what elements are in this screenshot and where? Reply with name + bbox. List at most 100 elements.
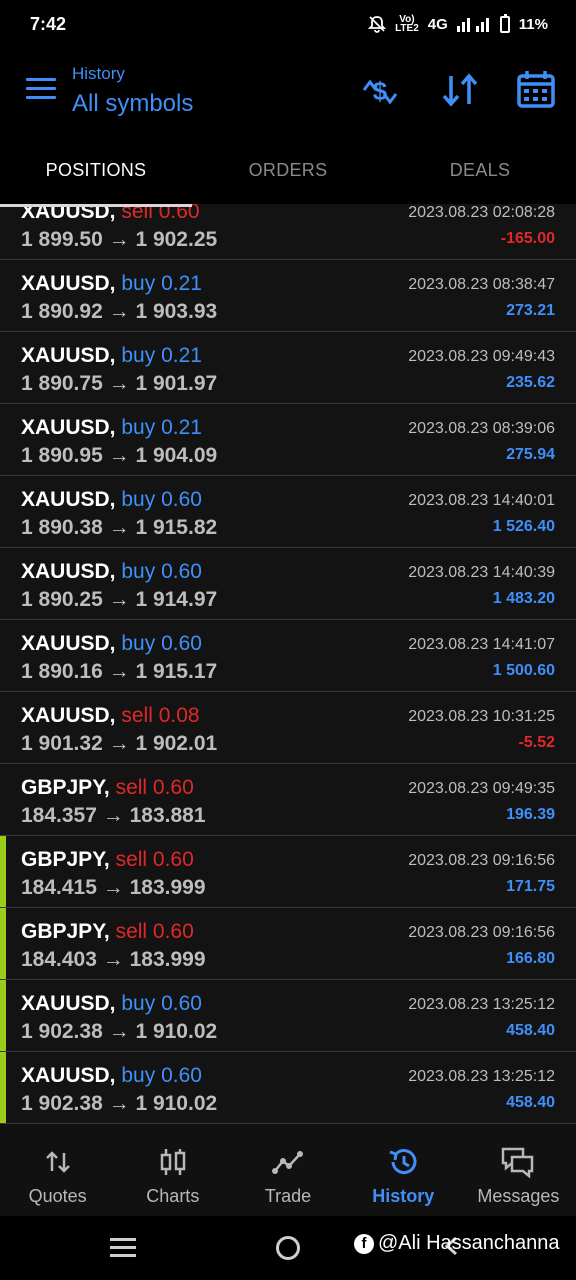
position-header: XAUUSD, buy 0.21 [21,416,202,440]
position-volume: 0.60 [161,1064,202,1087]
position-row[interactable]: XAUUSD, buy 0.21 1 890.92 → 1 903.93 2023.… [0,260,576,332]
nav-label: History [372,1186,435,1206]
signal-icon [456,18,489,32]
position-row[interactable]: XAUUSD, buy 0.60 1 890.16 → 1 915.17 2023.… [0,620,576,692]
close-price: 1 910.02 [135,1092,218,1115]
close-price: 183.999 [129,876,206,899]
open-price: 1 899.50 [21,228,103,251]
position-volume: 0.21 [161,344,202,367]
position-row[interactable]: GBPJPY, sell 0.60 184.403 → 183.999 2023.0… [0,908,576,980]
position-row[interactable]: XAUUSD, buy 0.21 1 890.95 → 1 904.09 2023.… [0,404,576,476]
position-symbol: GBPJPY, [21,920,110,943]
position-row[interactable]: XAUUSD, sell 0.60 1 899.50 → 1 902.25 2023… [0,204,576,260]
app-header: History All symbols $ [0,48,576,136]
position-symbol: XAUUSD, [21,632,116,655]
arrow-icon: → [108,660,130,683]
tab-orders[interactable]: ORDERS [192,136,384,204]
position-prices: 1 890.25 → 1 914.97 [21,588,217,612]
close-price: 1 915.17 [135,660,218,683]
position-time: 2023.08.23 09:49:35 [408,780,555,797]
nav-messages[interactable]: Messages [461,1124,576,1216]
nav-history[interactable]: History [346,1124,461,1216]
trade-icon [272,1151,303,1174]
position-profit: 275.94 [506,446,555,463]
position-header: XAUUSD, sell 0.08 [21,704,200,728]
position-row[interactable]: XAUUSD, sell 0.08 1 901.32 → 1 902.01 2023… [0,692,576,764]
position-side: buy [121,560,156,583]
calendar-icon[interactable] [514,68,558,112]
position-row[interactable]: XAUUSD, buy 0.60 1 902.38 → 1 910.02 2023.… [0,1052,576,1124]
watermark: f @Ali Hassanchanna [354,1232,560,1255]
position-symbol: XAUUSD, [21,704,116,727]
position-symbol: XAUUSD, [21,344,116,367]
home-button[interactable] [276,1236,300,1260]
position-volume: 0.60 [161,560,202,583]
position-side: buy [121,272,156,295]
position-row[interactable]: XAUUSD, buy 0.60 1 890.25 → 1 914.97 2023.… [0,548,576,620]
history-tabs: POSITIONS ORDERS DEALS [0,136,576,204]
position-prices: 184.403 → 183.999 [21,948,206,972]
position-symbol: GBPJPY, [21,776,110,799]
nav-label: Charts [146,1186,200,1206]
position-time: 2023.08.23 09:16:56 [408,924,555,941]
charts-icon [160,1149,186,1175]
sort-icon[interactable] [438,68,482,112]
position-row[interactable]: XAUUSD, buy 0.60 1 890.38 → 1 915.82 2023.… [0,476,576,548]
position-side: sell [115,920,148,943]
tab-deals[interactable]: DEALS [384,136,576,204]
position-symbol: XAUUSD, [21,992,116,1015]
network-type: 4G [427,15,448,33]
menu-button[interactable] [26,78,56,102]
position-time: 2023.08.23 08:39:06 [408,420,555,437]
position-row[interactable]: GBPJPY, sell 0.60 184.415 → 183.999 2023.0… [0,836,576,908]
positions-list[interactable]: XAUUSD, sell 0.60 1 899.50 → 1 902.25 2023… [0,204,576,1124]
close-price: 1 903.93 [135,300,218,323]
bottom-navigation: Quotes Charts Trade History Messages [0,1124,576,1216]
arrow-icon: → [108,228,130,251]
position-time: 2023.08.23 02:08:28 [408,204,555,221]
position-header: XAUUSD, buy 0.21 [21,272,202,296]
position-row[interactable]: XAUUSD, buy 0.60 1 902.38 → 1 910.02 2023.… [0,980,576,1052]
position-row[interactable]: XAUUSD, buy 0.21 1 890.75 → 1 901.97 2023.… [0,332,576,404]
nav-trade[interactable]: Trade [230,1124,345,1216]
currency-exchange-icon[interactable]: $ [358,68,402,112]
open-price: 1 890.75 [21,372,103,395]
position-profit: -165.00 [500,230,555,247]
open-price: 1 890.16 [21,660,103,683]
system-navigation-bar: f @Ali Hassanchanna [0,1216,576,1280]
position-time: 2023.08.23 14:40:39 [408,564,555,581]
position-header: XAUUSD, buy 0.60 [21,992,202,1016]
tab-positions[interactable]: POSITIONS [0,136,192,204]
position-row[interactable]: GBPJPY, sell 0.60 184.357 → 183.881 2023.0… [0,764,576,836]
position-profit: 273.21 [506,302,555,319]
symbol-selector[interactable]: All symbols [72,90,193,118]
position-volume: 0.60 [152,920,194,943]
position-symbol: GBPJPY, [21,848,110,871]
close-price: 1 915.82 [135,516,218,539]
position-prices: 1 890.95 → 1 904.09 [21,444,217,468]
close-price: 1 902.01 [135,732,218,755]
nav-charts[interactable]: Charts [115,1124,230,1216]
arrow-icon: → [108,300,130,323]
position-profit: 235.62 [506,374,555,391]
position-volume: 0.60 [161,488,202,511]
position-symbol: XAUUSD, [21,272,116,295]
position-prices: 1 901.32 → 1 902.01 [21,732,217,756]
open-price: 1 890.25 [21,588,103,611]
status-time: 7:42 [30,13,67,34]
svg-text:$: $ [373,76,388,106]
watermark-text: @Ali Hassanchanna [378,1232,560,1254]
position-prices: 1 890.92 → 1 903.93 [21,300,217,324]
position-time: 2023.08.23 10:31:25 [408,708,555,725]
open-price: 1 890.95 [21,444,103,467]
position-volume: 0.08 [158,704,200,727]
position-side: buy [121,344,156,367]
nav-quotes[interactable]: Quotes [0,1124,115,1216]
arrow-icon: → [102,804,124,827]
position-profit: 171.75 [506,878,555,895]
messages-icon [502,1147,534,1178]
recent-apps-button[interactable] [110,1238,136,1258]
history-icon [389,1149,417,1175]
close-price: 1 914.97 [135,588,218,611]
position-side: buy [121,632,156,655]
